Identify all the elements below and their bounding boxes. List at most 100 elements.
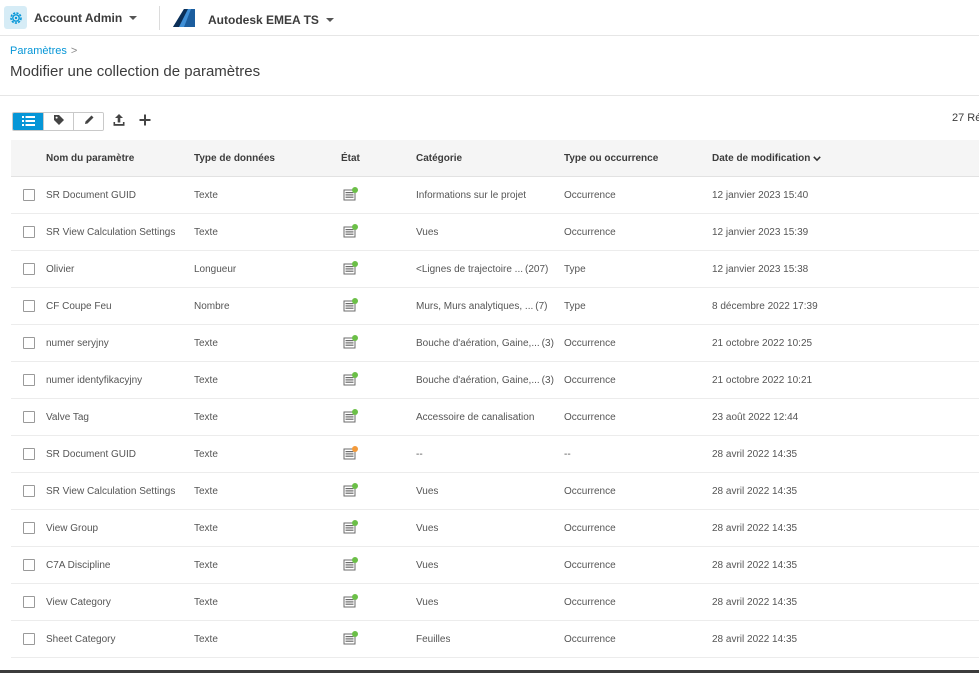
table-row[interactable]: View Category Texte Vues Occurrence 28 avril… xyxy=(11,584,979,621)
table-row[interactable]: numer seryjny Texte Bouche d'aération, Gai… xyxy=(11,325,979,362)
category: Accessoire de canalisation xyxy=(416,412,536,423)
category-text: Accessoire de canalisation xyxy=(416,412,535,423)
category-text: Feuilles xyxy=(416,634,451,645)
row-checkbox[interactable] xyxy=(23,522,35,534)
tag-icon xyxy=(53,113,65,130)
category: Bouche d'aération, Gaine,... (3) xyxy=(416,338,554,349)
parameter-state-icon xyxy=(343,630,359,649)
category-text: Vues xyxy=(416,597,439,608)
parameter-state-icon xyxy=(343,445,359,464)
data-type: Texte xyxy=(194,190,218,201)
parameters-table: Nom du paramètre Type de données État Ca… xyxy=(11,140,979,658)
table-row[interactable]: numer identyfikacyjny Texte Bouche d'aérat… xyxy=(11,362,979,399)
column-header-name[interactable]: Nom du paramètre xyxy=(46,153,134,164)
chevron-down-icon xyxy=(325,17,334,22)
category-count: (3) xyxy=(541,338,554,349)
category: Vues xyxy=(416,523,440,534)
parameter-state-icon xyxy=(343,593,359,612)
table-row[interactable]: View Group Texte Vues Occurrence 28 avril 20… xyxy=(11,510,979,547)
parameter-state-icon xyxy=(343,556,359,575)
results-count: 27 Ré xyxy=(952,112,979,124)
parameter-name: SR View Calculation Settings xyxy=(46,227,176,238)
category-count: (3) xyxy=(541,375,554,386)
data-type: Texte xyxy=(194,375,218,386)
table-row[interactable]: Olivier Longueur <Lignes de trajectoire ..… xyxy=(11,251,979,288)
row-checkbox[interactable] xyxy=(23,485,35,497)
category-count: (207) xyxy=(525,264,549,275)
data-type: Texte xyxy=(194,449,218,460)
modified-date: 8 décembre 2022 17:39 xyxy=(712,301,818,312)
type-or-occurrence: Occurrence xyxy=(564,523,616,534)
row-checkbox[interactable] xyxy=(23,263,35,275)
column-header-date[interactable]: Date de modification xyxy=(712,153,822,164)
top-bar: Account Admin Autodesk EMEA TS xyxy=(0,0,979,36)
autodesk-logo-icon xyxy=(172,6,196,33)
row-checkbox[interactable] xyxy=(23,374,35,386)
modified-date: 23 août 2022 12:44 xyxy=(712,412,799,423)
row-checkbox[interactable] xyxy=(23,596,35,608)
upload-icon xyxy=(112,113,126,132)
modified-date: 21 octobre 2022 10:21 xyxy=(712,375,813,386)
table-row[interactable]: CF Coupe Feu Nombre Murs, Murs analytiques… xyxy=(11,288,979,325)
data-type: Texte xyxy=(194,523,218,534)
upload-button[interactable] xyxy=(110,113,128,131)
category: Bouche d'aération, Gaine,... (3) xyxy=(416,375,554,386)
category: Feuilles xyxy=(416,634,452,645)
column-header-state[interactable]: État xyxy=(341,153,360,164)
edit-view-button[interactable] xyxy=(73,113,103,130)
modified-date: 28 avril 2022 14:35 xyxy=(712,634,798,645)
app-switcher[interactable]: Account Admin xyxy=(4,6,138,29)
column-header-occurrence[interactable]: Type ou occurrence xyxy=(564,153,658,164)
table-row[interactable]: Sheet Category Texte Feuilles Occurrence 28 … xyxy=(11,621,979,658)
row-checkbox[interactable] xyxy=(23,337,35,349)
row-checkbox[interactable] xyxy=(23,411,35,423)
parameter-state-icon xyxy=(343,519,359,538)
row-checkbox[interactable] xyxy=(23,226,35,238)
row-checkbox[interactable] xyxy=(23,189,35,201)
type-or-occurrence: Occurrence xyxy=(564,486,616,497)
modified-date: 12 janvier 2023 15:38 xyxy=(712,264,809,275)
row-checkbox[interactable] xyxy=(23,300,35,312)
column-header-date-label: Date de modification xyxy=(712,153,811,164)
table-row[interactable]: C7A Discipline Texte Vues Occurrence 28 avri… xyxy=(11,547,979,584)
parameter-state-icon xyxy=(343,297,359,316)
type-or-occurrence: Type xyxy=(564,264,586,275)
add-parameter-button[interactable] xyxy=(136,113,154,131)
category-text: Bouche d'aération, Gaine,... xyxy=(416,338,540,349)
parameter-name: View Group xyxy=(46,523,99,534)
modified-date: 21 octobre 2022 10:25 xyxy=(712,338,813,349)
row-checkbox[interactable] xyxy=(23,559,35,571)
category-text: <Lignes de trajectoire ... xyxy=(416,264,524,275)
table-row[interactable]: SR View Calculation Settings Texte Vues Occ… xyxy=(11,214,979,251)
type-or-occurrence: Occurrence xyxy=(564,190,616,201)
breadcrumb-parameters-link[interactable]: Paramètres xyxy=(10,45,67,57)
tag-view-button[interactable] xyxy=(43,113,73,130)
data-type: Texte xyxy=(194,412,218,423)
list-view-button[interactable] xyxy=(13,113,43,130)
category: Informations sur le projet xyxy=(416,190,528,201)
type-or-occurrence: -- xyxy=(564,449,571,460)
category-count: (7) xyxy=(535,301,548,312)
hub-switcher[interactable]: Autodesk EMEA TS xyxy=(172,6,334,33)
row-checkbox[interactable] xyxy=(23,633,35,645)
row-checkbox[interactable] xyxy=(23,448,35,460)
type-or-occurrence: Occurrence xyxy=(564,375,616,386)
parameter-name: SR View Calculation Settings xyxy=(46,486,176,497)
table-row[interactable]: SR Document GUID Texte -- -- 28 avril 2022 1… xyxy=(11,436,979,473)
parameter-name: View Category xyxy=(46,597,111,608)
data-type: Texte xyxy=(194,227,218,238)
table-row[interactable]: SR View Calculation Settings Texte Vues Occ… xyxy=(11,473,979,510)
table-row[interactable]: SR Document GUID Texte Informations sur le… xyxy=(11,177,979,214)
category-text: Murs, Murs analytiques, ... xyxy=(416,301,534,312)
parameter-state-icon xyxy=(343,371,359,390)
type-or-occurrence: Occurrence xyxy=(564,338,616,349)
type-or-occurrence: Occurrence xyxy=(564,227,616,238)
data-type: Nombre xyxy=(194,301,230,312)
parameter-name: SR Document GUID xyxy=(46,190,137,201)
column-header-type[interactable]: Type de données xyxy=(194,153,275,164)
column-header-category[interactable]: Catégorie xyxy=(416,153,462,164)
table-row[interactable]: Valve Tag Texte Accessoire de canalisation… xyxy=(11,399,979,436)
list-view-icon xyxy=(21,113,35,130)
parameter-state-icon xyxy=(343,260,359,279)
parameter-name: SR Document GUID xyxy=(46,449,137,460)
